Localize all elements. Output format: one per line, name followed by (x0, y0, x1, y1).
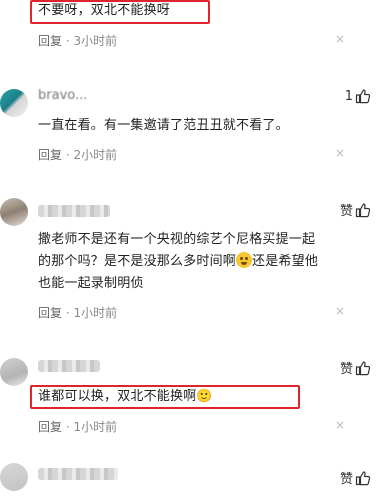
comment-text-3-line2b: 还是希望他 (252, 254, 319, 269)
comment-username-4-blurred[interactable] (38, 360, 100, 372)
comment-meta-4: 回复 · 1小时前 (38, 418, 117, 435)
comment-time-3: 1小时前 (73, 306, 118, 320)
like-button-5[interactable]: 赞 (340, 468, 371, 487)
like-label-4: 赞 (339, 362, 353, 377)
comment-text-1: 不要呀，双北不能换呀 (38, 3, 171, 18)
comment-time-4: 1小时前 (73, 420, 118, 434)
like-label-3: 赞 (339, 204, 353, 219)
like-button-3[interactable]: 赞 (340, 200, 371, 219)
reply-button-4[interactable]: 回复 (38, 420, 62, 434)
like-count-2: 1 (344, 88, 353, 104)
smile-emoji-icon (236, 252, 253, 268)
close-icon[interactable]: × (335, 146, 345, 160)
avatar[interactable] (0, 358, 28, 386)
comment-text-3-line2: 的那个吗？是不是没那么多时间啊 还是希望他 (38, 251, 318, 273)
meta-separator: · (65, 34, 70, 48)
comment-time-1: 3小时前 (73, 34, 118, 48)
thumbs-up-icon (355, 360, 371, 376)
comment-text-2: 一直在看。有一集邀请了范丑丑就不看了。 (38, 118, 289, 133)
comment-username-3-blurred[interactable] (38, 205, 110, 217)
thumbs-up-icon (355, 470, 371, 486)
comment-username-5-blurred[interactable] (38, 468, 118, 480)
like-button-2[interactable]: 1 (345, 88, 371, 104)
meta-separator: · (65, 306, 70, 320)
comment-meta-3: 回复 · 1小时前 (38, 304, 117, 321)
avatar[interactable] (0, 198, 28, 226)
comment-meta-1: 回复 · 3小时前 (38, 32, 117, 49)
meta-separator: · (65, 148, 70, 162)
comment-text-4: 谁都可以换，双北不能换啊🙂 (38, 389, 213, 404)
reply-button-3[interactable]: 回复 (38, 306, 62, 320)
thumbs-up-icon (355, 202, 371, 218)
comment-username-2[interactable]: bravo... (38, 88, 87, 103)
like-button-4[interactable]: 赞 (340, 358, 371, 377)
reply-button-2[interactable]: 回复 (38, 148, 62, 162)
close-icon[interactable]: × (335, 304, 345, 318)
avatar[interactable] (0, 463, 28, 491)
comment-text-3-line2a: 的那个吗？是不是没那么多时间啊 (38, 254, 237, 269)
like-label-5: 赞 (339, 472, 353, 487)
comment-text-3-line1: 撒老师不是还有一个央视的综艺个尼格买提一起 (38, 232, 316, 247)
close-icon[interactable]: × (335, 32, 345, 46)
avatar[interactable] (0, 89, 28, 117)
meta-separator: · (65, 420, 70, 434)
thumbs-up-icon (355, 88, 371, 104)
comment-time-2: 2小时前 (73, 148, 118, 162)
close-icon[interactable]: × (335, 418, 345, 432)
comment-meta-2: 回复 · 2小时前 (38, 146, 117, 163)
reply-button-1[interactable]: 回复 (38, 34, 62, 48)
comment-text-3-line3: 也能一起录制明侦 (38, 276, 144, 291)
